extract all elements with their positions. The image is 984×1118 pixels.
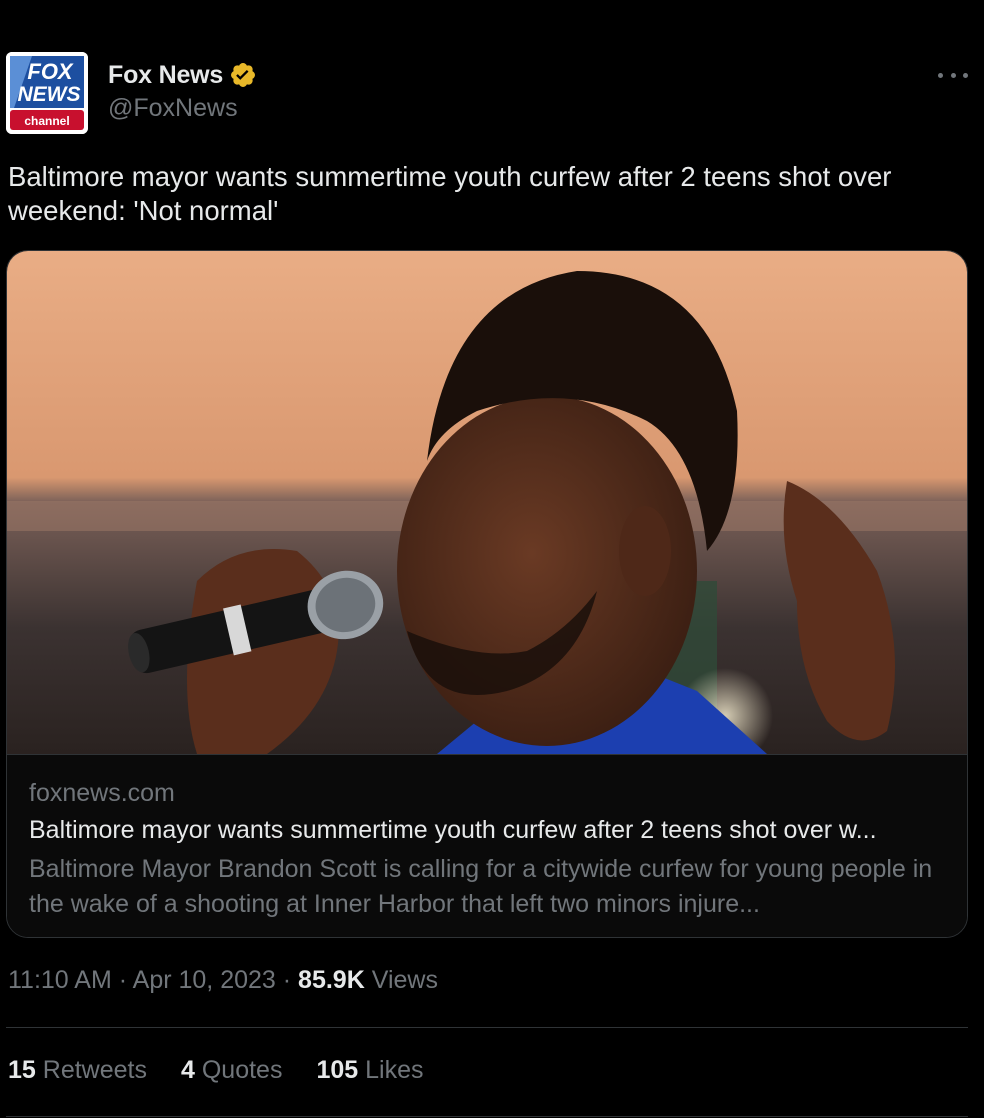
tweet: FOX NEWS channel Fox News @FoxNews Balti… <box>0 0 984 1118</box>
more-options-icon[interactable] <box>938 70 968 80</box>
views-count: 85.9K <box>298 966 365 994</box>
tweet-text: Baltimore mayor wants summertime youth c… <box>8 161 892 226</box>
quotes-stat[interactable]: 4 Quotes <box>181 1056 282 1085</box>
author-block[interactable]: Fox News @FoxNews <box>108 58 257 123</box>
logo-line1: FOX <box>27 59 74 84</box>
likes-stat[interactable]: 105 Likes <box>316 1056 423 1085</box>
retweets-count: 15 <box>8 1056 36 1084</box>
quotes-count: 4 <box>180 1056 195 1084</box>
fox-news-logo: FOX NEWS channel <box>6 52 88 134</box>
card-title[interactable]: Baltimore mayor wants summertime youth c… <box>29 816 949 845</box>
card-image[interactable] <box>7 251 967 754</box>
views-label: Views <box>371 966 438 994</box>
card-meta[interactable]: foxnews.com Baltimore mayor wants summer… <box>7 754 967 937</box>
logo-line3: channel <box>24 114 69 128</box>
separator: · <box>118 966 128 994</box>
divider <box>6 1027 968 1028</box>
logo-line2: NEWS <box>18 83 81 106</box>
link-card[interactable]: foxnews.com Baltimore mayor wants summer… <box>6 250 968 938</box>
author-handle[interactable]: @FoxNews <box>108 94 257 123</box>
speaker-photo <box>7 251 967 754</box>
engagement-stats: 15 Retweets 4 Quotes 105 Likes <box>8 1056 458 1085</box>
card-domain[interactable]: foxnews.com <box>29 779 175 808</box>
author-name[interactable]: Fox News <box>108 61 223 90</box>
likes-count: 105 <box>316 1056 359 1084</box>
divider <box>6 1116 968 1117</box>
quotes-label: Quotes <box>201 1056 283 1084</box>
retweets-stat[interactable]: 15 Retweets <box>8 1056 147 1085</box>
card-description: Baltimore Mayor Brandon Scott is calling… <box>29 855 933 918</box>
likes-label: Likes <box>365 1056 424 1084</box>
separator: · <box>282 966 292 994</box>
tweet-date[interactable]: Apr 10, 2023 <box>133 966 276 994</box>
retweets-label: Retweets <box>42 1056 147 1084</box>
tweet-time[interactable]: 11:10 AM <box>8 966 112 994</box>
author-avatar[interactable]: FOX NEWS channel <box>6 52 88 134</box>
timestamp-row: 11:10 AM · Apr 10, 2023 · 85.9K Views <box>8 966 438 995</box>
verified-badge-icon[interactable] <box>229 61 257 89</box>
